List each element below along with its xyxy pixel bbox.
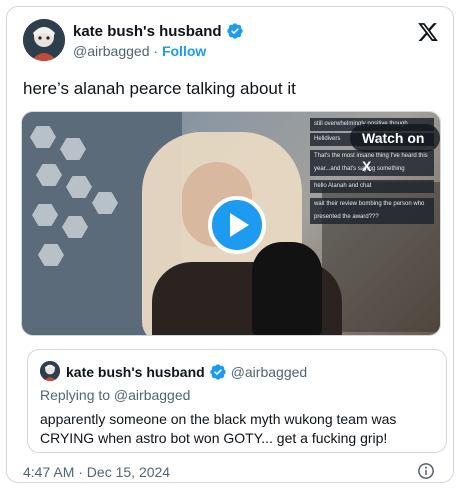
tweet-card[interactable]: kate bush's husband @airbagged · Follow … xyxy=(6,6,454,483)
author-display-name[interactable]: kate bush's husband xyxy=(73,23,222,40)
quoted-author-name: kate bush's husband xyxy=(66,364,205,380)
quoted-author-handle: @airbagged xyxy=(230,364,308,380)
video-player[interactable]: still overwhelmingly positive though Hel… xyxy=(21,111,441,336)
avatar-image xyxy=(23,19,65,61)
quoted-tweet[interactable]: kate bush's husband @airbagged Replying … xyxy=(27,349,447,453)
chat-line: presented the award??? xyxy=(310,211,434,224)
quoted-author-avatar xyxy=(40,361,60,381)
tweet-timestamp[interactable]: 4:47 AM · Dec 15, 2024 xyxy=(23,464,170,480)
verified-badge-icon xyxy=(226,23,243,39)
x-logo-icon[interactable] xyxy=(417,21,439,43)
quoted-tweet-text: apparently someone on the black myth wuk… xyxy=(40,411,397,446)
tweet-text: here’s alanah pearce talking about it xyxy=(23,79,296,98)
author-handle[interactable]: @airbagged xyxy=(73,43,150,59)
replying-to-label: Replying to @airbagged xyxy=(40,387,191,403)
author-avatar[interactable] xyxy=(23,19,65,61)
chat-line: hello Alanah and chat xyxy=(310,180,434,193)
watch-on-x-button[interactable]: Watch on X xyxy=(350,124,440,174)
chat-line: year...and that's saying something xyxy=(310,163,434,176)
info-icon[interactable] xyxy=(417,462,435,480)
chat-line: wait their review bombing the person who xyxy=(310,198,434,211)
microphone xyxy=(252,242,322,335)
play-button[interactable] xyxy=(208,196,266,254)
play-icon xyxy=(230,213,249,237)
follow-button[interactable]: Follow xyxy=(162,43,206,59)
verified-badge-icon xyxy=(210,364,226,380)
avatar-image xyxy=(40,361,60,381)
handle-separator: · xyxy=(149,43,162,59)
